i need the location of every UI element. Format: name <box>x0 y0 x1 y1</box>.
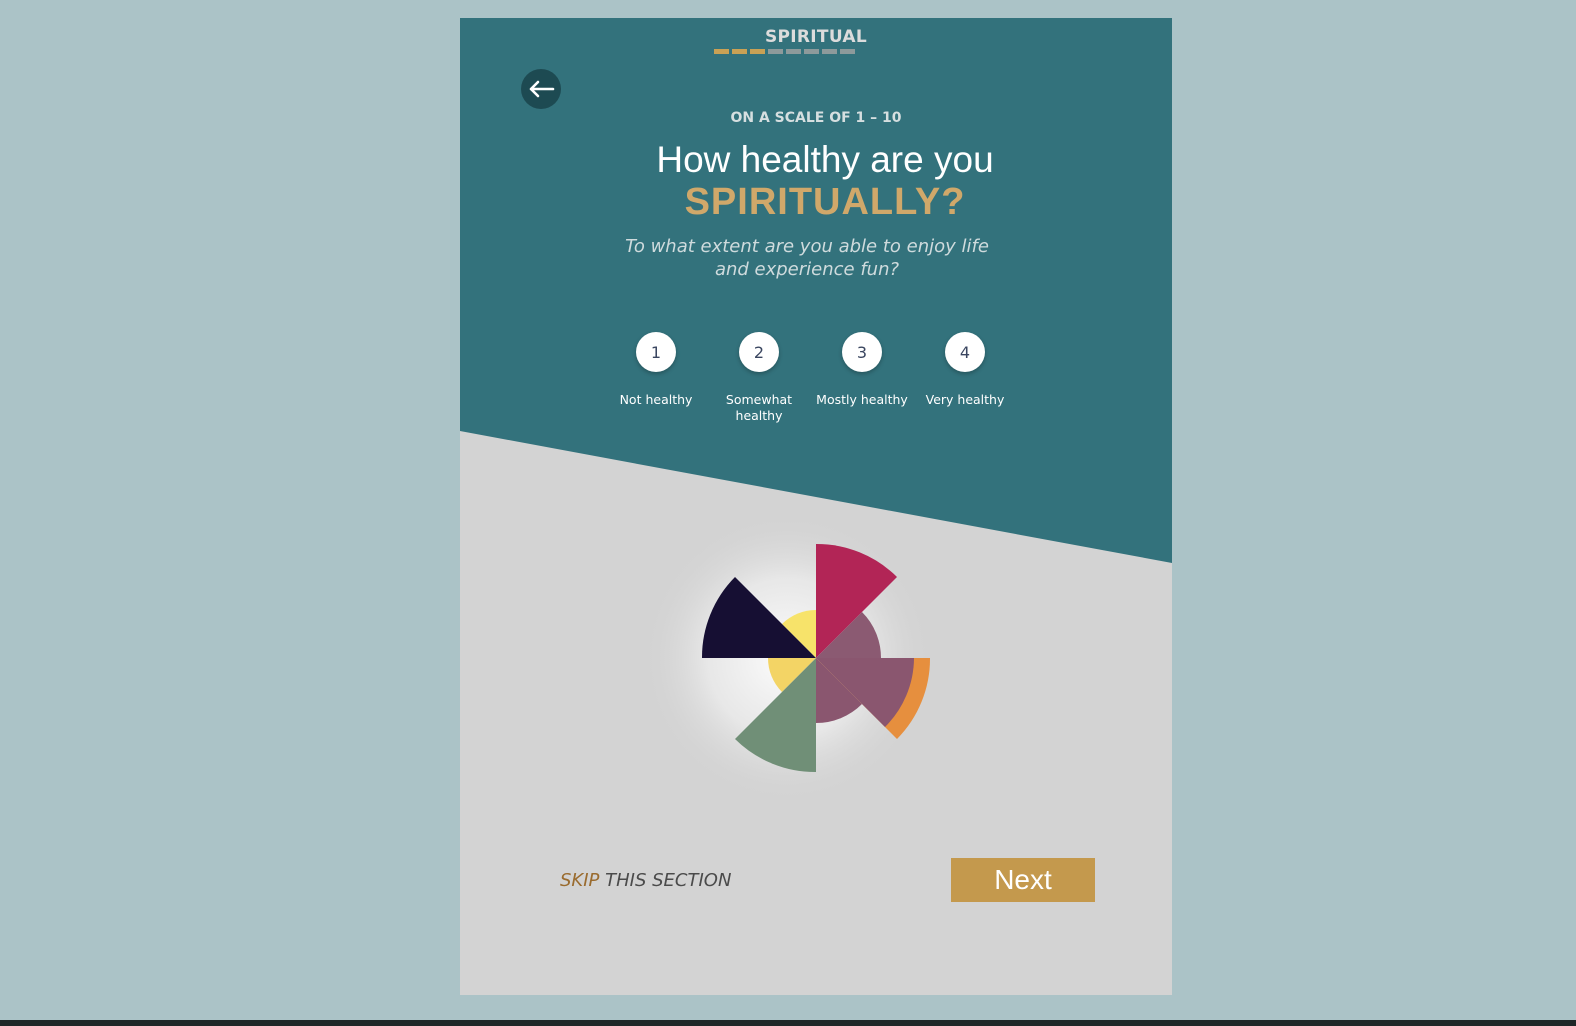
back-button[interactable] <box>521 69 561 109</box>
scale-eyebrow: ON A SCALE OF 1 – 10 <box>730 110 902 126</box>
section-title: SPIRITUAL <box>764 27 867 47</box>
rating-label: Not healthy <box>619 392 693 407</box>
header-background <box>460 18 1172 563</box>
question-accent: SPIRITUALLY? <box>684 181 966 223</box>
quiz-card: SPIRITUAL ON A SCALE OF 1 – 10 How healt… <box>460 18 1172 995</box>
next-button[interactable]: Next <box>951 858 1095 902</box>
page-bottom-border <box>0 1020 1576 1026</box>
progress-step <box>714 49 729 54</box>
section-progress <box>714 49 855 54</box>
rating-circle[interactable]: 3 <box>842 332 882 372</box>
rating-label: Very healthy <box>925 392 1005 407</box>
question-subtitle: To what extent are you able to enjoy lif… <box>625 236 989 280</box>
life-balance-wheel-icon <box>642 522 932 803</box>
rating-circle[interactable]: 1 <box>636 332 676 372</box>
rating-circle[interactable]: 4 <box>945 332 985 372</box>
rating-label: Mostly healthy <box>816 392 908 407</box>
rating-circle[interactable]: 2 <box>739 332 779 372</box>
progress-step <box>768 49 783 54</box>
rating-label: Somewhat healthy <box>725 392 793 423</box>
progress-step <box>804 49 819 54</box>
skip-rest: THIS SECTION <box>599 870 732 891</box>
progress-step <box>822 49 837 54</box>
progress-step <box>786 49 801 54</box>
rating-option-1[interactable]: 1 Not healthy <box>606 332 706 408</box>
progress-step <box>750 49 765 54</box>
progress-step <box>732 49 747 54</box>
skip-section-link[interactable]: SKIP THIS SECTION <box>560 870 731 891</box>
rating-option-3[interactable]: 3 Mostly healthy <box>812 332 912 408</box>
rating-option-2[interactable]: 2 Somewhat healthy <box>709 332 809 424</box>
progress-step <box>840 49 855 54</box>
skip-word: SKIP <box>560 870 600 891</box>
arrow-left-icon <box>529 80 555 98</box>
question-title: How healthy are you <box>656 139 994 180</box>
rating-option-4[interactable]: 4 Very healthy <box>915 332 1015 408</box>
